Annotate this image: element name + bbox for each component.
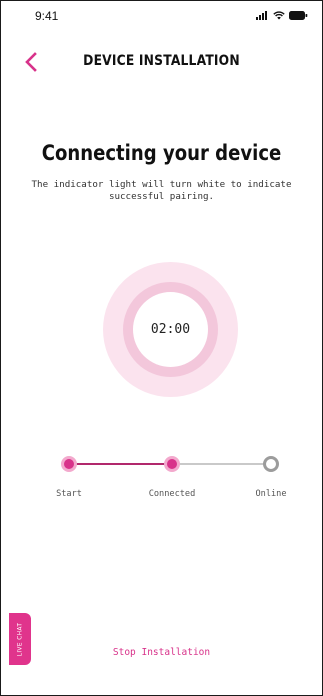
stepper-line-pending xyxy=(172,463,271,465)
page-title: DEVICE INSTALLATION xyxy=(83,53,240,69)
header: DEVICE INSTALLATION xyxy=(1,47,322,77)
step-label-start: Start xyxy=(56,489,82,499)
wifi-icon xyxy=(273,11,285,20)
phone-screen: 9:41 DEVICE INSTALLATION Connecting your… xyxy=(0,0,323,696)
status-bar: 9:41 xyxy=(1,1,322,31)
main-heading: Connecting your device xyxy=(41,141,282,165)
battery-icon xyxy=(289,11,308,20)
status-icons xyxy=(256,11,308,20)
step-dot-connected xyxy=(164,456,180,472)
stepper-line-completed xyxy=(69,463,172,465)
stop-installation-button[interactable]: Stop Installation xyxy=(1,647,322,658)
countdown-timer: 02:00 xyxy=(150,322,191,337)
status-time: 9:41 xyxy=(35,9,59,23)
signal-icon xyxy=(256,11,267,20)
step-label-online: Online xyxy=(255,489,287,499)
step-dot-online xyxy=(263,456,279,472)
step-label-connected: Connected xyxy=(148,489,196,499)
progress-stepper: Start Connected Online xyxy=(1,451,322,511)
instruction-text: The indicator light will turn white to i… xyxy=(31,179,292,202)
step-dot-start xyxy=(61,456,77,472)
